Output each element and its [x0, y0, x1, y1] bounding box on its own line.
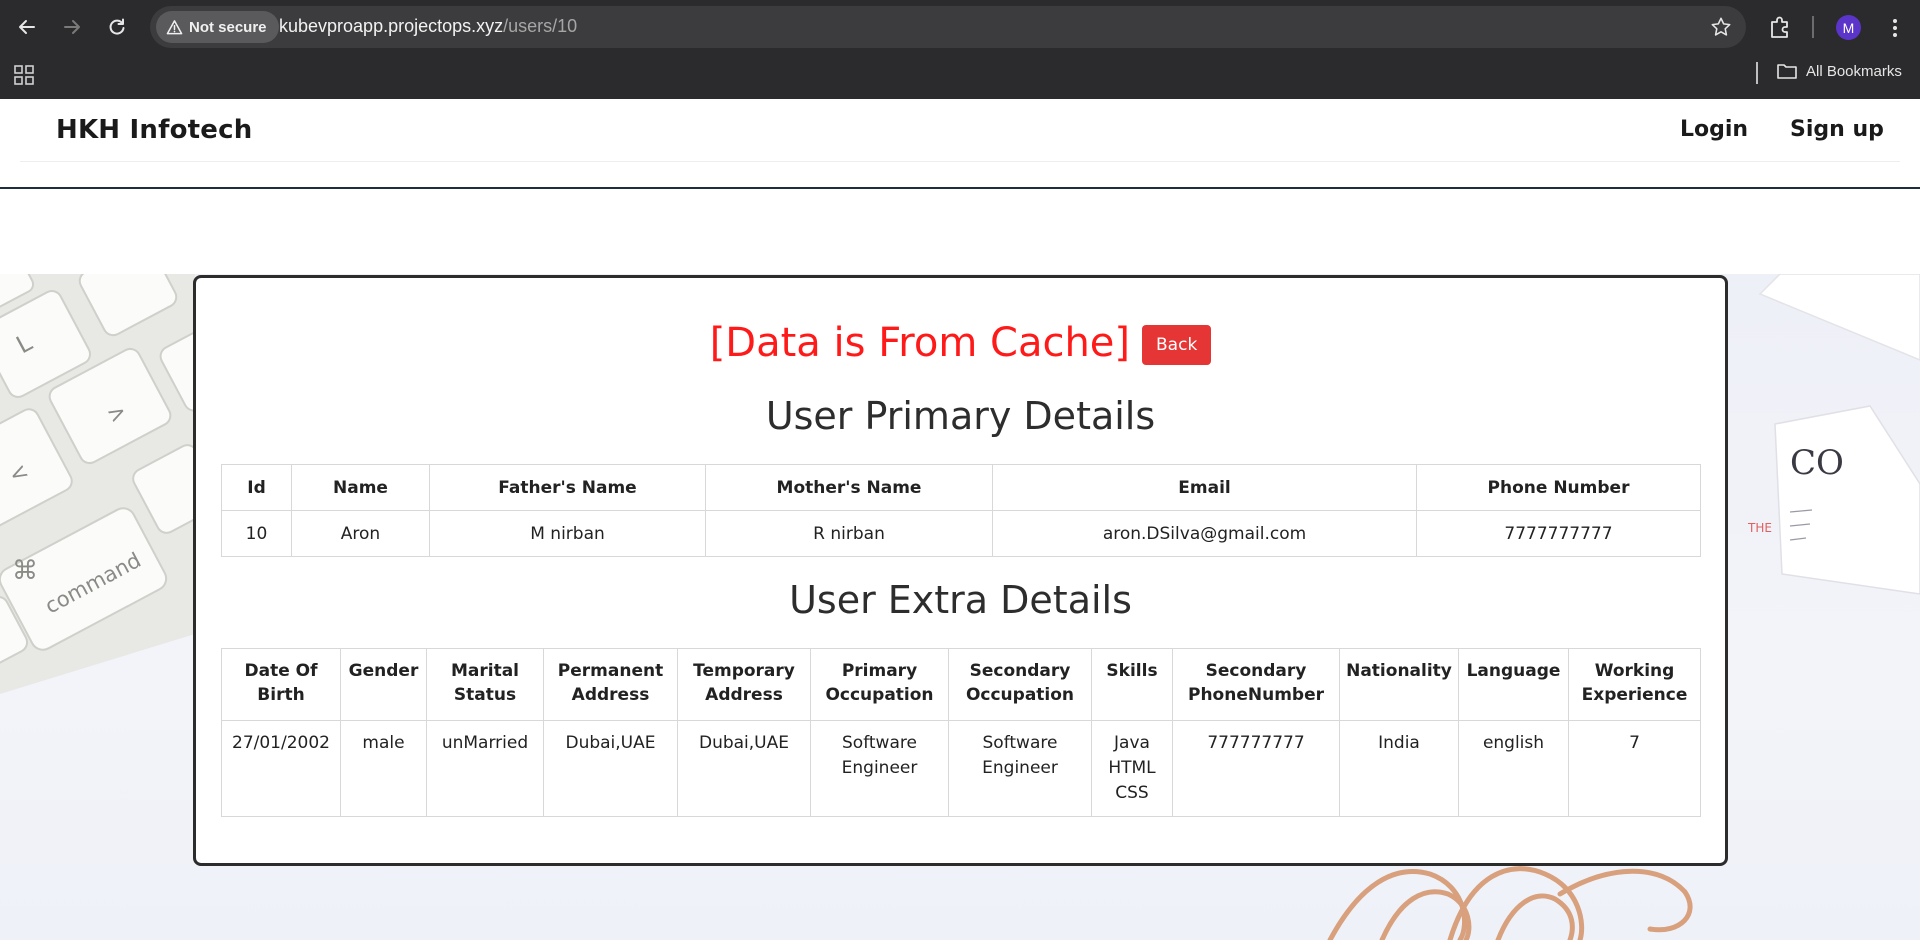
column-header: Primary Occupation: [810, 648, 949, 721]
table-cell: english: [1458, 720, 1569, 817]
table-cell: M nirban: [429, 510, 706, 557]
svg-text:⌘: ⌘: [12, 556, 38, 586]
column-header: Email: [992, 464, 1417, 511]
security-chip[interactable]: Not secure: [156, 11, 279, 43]
table-cell: 777777777: [1172, 720, 1340, 817]
table-header-row: Date Of Birth Gender Marital Status Perman…: [221, 648, 1701, 721]
table-cell: unMarried: [426, 720, 544, 817]
table-cell: Dubai,UAE: [543, 720, 678, 817]
column-header: Secondary PhoneNumber: [1172, 648, 1340, 721]
toolbar-separator: [1812, 16, 1814, 38]
table-cell: Software Engineer: [948, 720, 1092, 817]
primary-details-table: Id Name Father's Name Mother's Name Emai…: [221, 464, 1701, 557]
extra-details-table: Date Of Birth Gender Marital Status Perman…: [221, 648, 1701, 817]
column-header: Father's Name: [429, 464, 706, 511]
column-header: Working Experience: [1568, 648, 1701, 721]
star-icon[interactable]: [1710, 16, 1732, 38]
column-header: Permanent Address: [543, 648, 678, 721]
extra-details-title: User Extra Details: [789, 578, 1132, 622]
site-navbar: HKH Infotech Login Sign up: [20, 99, 1900, 162]
table-cell: male: [340, 720, 427, 817]
table-cell: R nirban: [705, 510, 993, 557]
signup-link[interactable]: Sign up: [1790, 117, 1884, 142]
column-header: Secondary Occupation: [948, 648, 1092, 721]
profile-avatar[interactable]: M: [1836, 15, 1861, 40]
column-header: Language: [1458, 648, 1569, 721]
apps-grid-icon[interactable]: [14, 65, 34, 85]
browser-chrome: Not secure kubevproapp.projectops.xyz/us…: [0, 0, 1920, 99]
url-path: /users/10: [503, 16, 578, 36]
all-bookmarks-button[interactable]: All Bookmarks: [1776, 62, 1902, 80]
table-header-row: Id Name Father's Name Mother's Name Emai…: [221, 464, 1701, 511]
table-cell: Java HTML CSS: [1091, 720, 1173, 817]
column-header: Temporary Address: [677, 648, 811, 721]
table-cell: India: [1339, 720, 1459, 817]
user-details-card: [Data is From Cache] Back User Primary D…: [193, 275, 1728, 866]
reload-icon[interactable]: [100, 10, 134, 44]
column-header: Nationality: [1339, 648, 1459, 721]
table-row: 27/01/2002 male unMarried Dubai,UAE Duba…: [221, 720, 1701, 817]
warning-icon: [166, 19, 183, 34]
address-bar[interactable]: Not secure kubevproapp.projectops.xyz/us…: [150, 6, 1746, 48]
url-host: kubevproapp.projectops.xyz: [279, 16, 504, 36]
kebab-menu-icon[interactable]: [1880, 13, 1910, 43]
table-cell: 7: [1568, 720, 1701, 817]
column-header: Skills: [1091, 648, 1173, 721]
extensions-icon[interactable]: [1768, 14, 1794, 40]
primary-details-title: User Primary Details: [765, 394, 1156, 438]
table-cell: Aron: [291, 510, 430, 557]
column-header: Mother's Name: [705, 464, 993, 511]
security-label: Not secure: [189, 18, 267, 36]
url-text[interactable]: kubevproapp.projectops.xyz/users/10: [279, 16, 577, 37]
cache-notice: [Data is From Cache]: [709, 320, 1131, 366]
table-cell: 7777777777: [1416, 510, 1701, 557]
column-header: Id: [221, 464, 292, 511]
all-bookmarks-label: All Bookmarks: [1806, 62, 1902, 80]
login-link[interactable]: Login: [1680, 117, 1748, 142]
table-cell: 10: [221, 510, 292, 557]
stationery-card-text: CO: [1790, 443, 1844, 483]
brand-logo[interactable]: HKH Infotech: [56, 115, 252, 145]
column-header: Marital Status: [426, 648, 544, 721]
column-header: Phone Number: [1416, 464, 1701, 511]
table-cell: aron.DSilva@gmail.com: [992, 510, 1417, 557]
table-cell: Software Engineer: [810, 720, 949, 817]
back-button[interactable]: Back: [1142, 325, 1212, 365]
card-heading-row: [Data is From Cache] Back: [196, 320, 1725, 366]
column-header: Date Of Birth: [221, 648, 341, 721]
back-arrow-icon[interactable]: [10, 10, 44, 44]
forward-arrow-icon[interactable]: [55, 10, 89, 44]
column-header: Gender: [340, 648, 427, 721]
bookmarks-separator: [1756, 62, 1758, 84]
column-header: Name: [291, 464, 430, 511]
table-cell: Dubai,UAE: [677, 720, 811, 817]
folder-icon: [1777, 64, 1797, 79]
header-divider: [0, 187, 1920, 189]
table-row: 10 Aron M nirban R nirban aron.DSilva@gm…: [221, 510, 1701, 557]
table-cell: 27/01/2002: [221, 720, 341, 817]
svg-text:THE: THE: [1747, 521, 1772, 535]
